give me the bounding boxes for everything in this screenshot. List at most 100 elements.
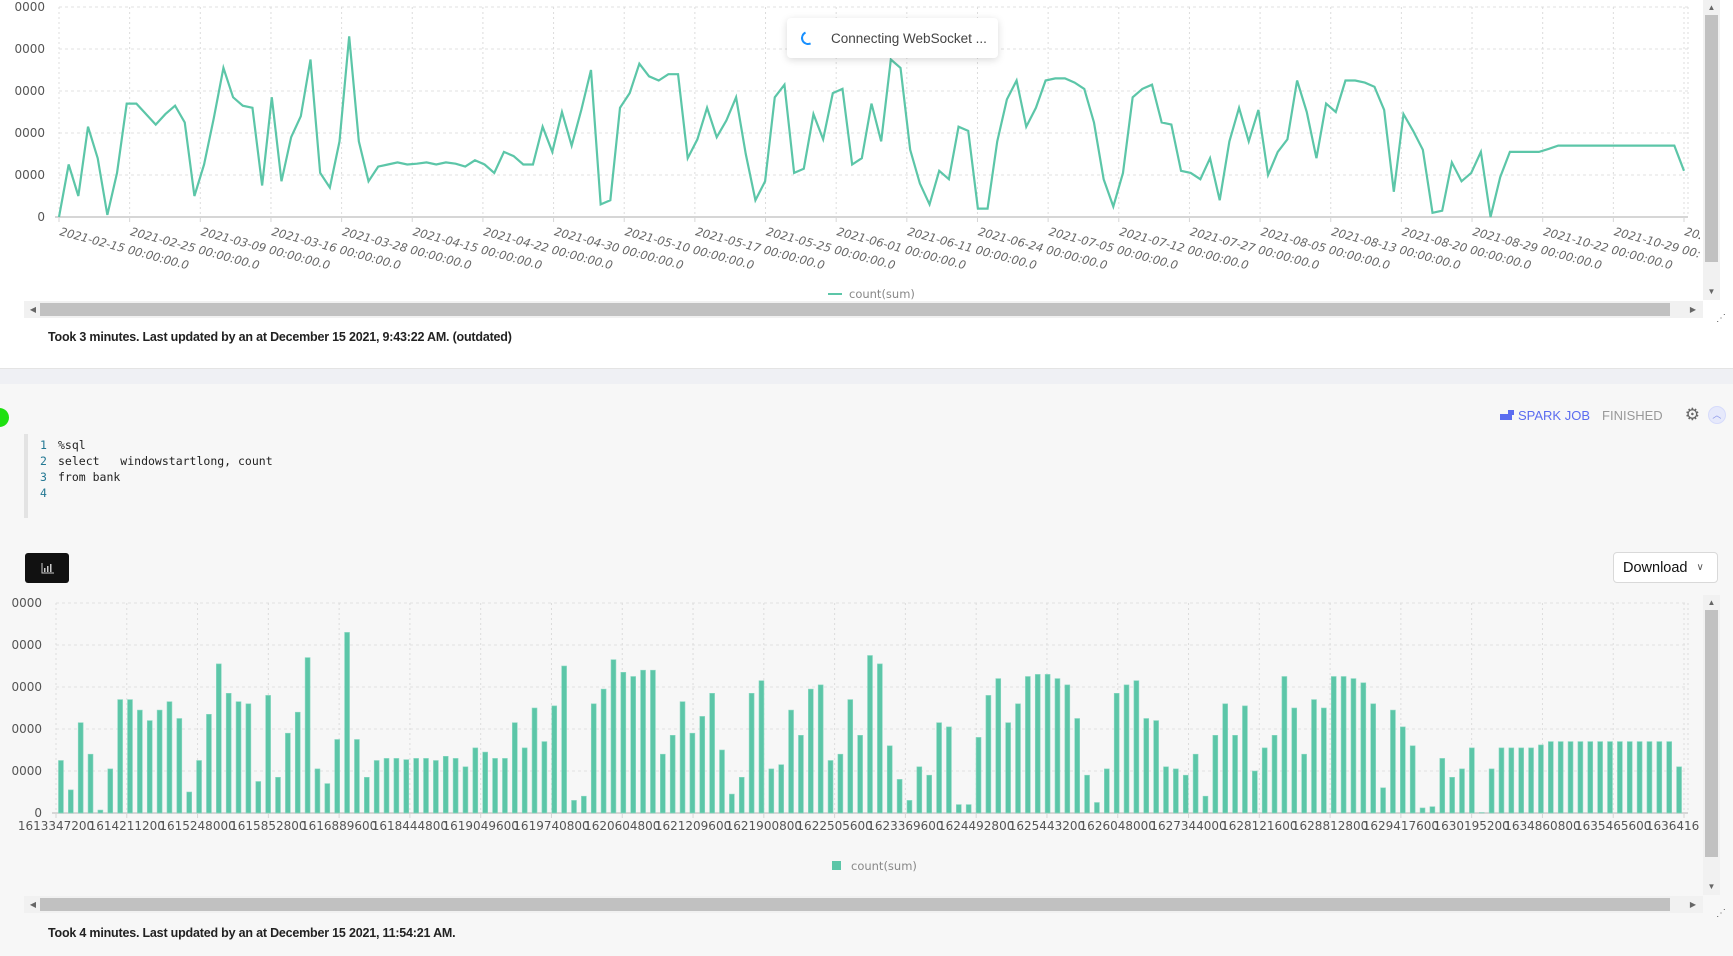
bar xyxy=(285,732,291,814)
bar-chart-vertical-scrollbar[interactable]: ▲ ▼ xyxy=(1703,595,1720,895)
bar xyxy=(561,665,567,814)
x-tick-label: 1635465600 xyxy=(1575,819,1651,833)
bar xyxy=(314,768,321,814)
bar xyxy=(1291,707,1298,814)
bar xyxy=(344,632,350,814)
y-tick-label: 0000 xyxy=(11,596,42,610)
x-tick-label: 1616889600 xyxy=(301,819,377,833)
gear-icon[interactable]: ⚙ xyxy=(1685,405,1700,425)
scroll-thumb[interactable] xyxy=(40,303,1670,316)
bar xyxy=(1429,806,1436,814)
x-tick-label: 1624492800 xyxy=(938,819,1014,833)
bar xyxy=(492,758,498,814)
bar xyxy=(1518,747,1524,814)
bar xyxy=(1380,787,1386,814)
bar xyxy=(1123,684,1130,814)
bar xyxy=(995,678,1002,814)
bar xyxy=(1173,768,1179,814)
bar-chart-horizontal-scrollbar[interactable]: ◀ ▶ xyxy=(24,896,1703,913)
bar xyxy=(1597,741,1603,814)
bar xyxy=(946,726,952,814)
bar xyxy=(1252,770,1258,814)
bar xyxy=(1034,674,1041,814)
bar xyxy=(541,741,548,814)
bar xyxy=(926,774,932,814)
bar xyxy=(679,701,686,814)
scroll-right-arrow[interactable]: ▶ xyxy=(1686,896,1700,913)
bar xyxy=(1350,678,1357,814)
bar xyxy=(383,758,390,814)
code-line[interactable]: 4 xyxy=(40,485,724,501)
resize-handle[interactable]: ⋰ xyxy=(1716,909,1726,921)
x-tick-label: 1619740800 xyxy=(513,819,589,833)
code-line[interactable]: 2 select windowstartlong, count xyxy=(40,453,724,469)
scroll-up-arrow[interactable]: ▲ xyxy=(1703,596,1720,610)
paragraph-state: FINISHED xyxy=(1602,407,1663,423)
line-chart-horizontal-scrollbar[interactable]: ◀ ▶ xyxy=(24,301,1703,318)
scroll-right-arrow[interactable]: ▶ xyxy=(1686,301,1700,318)
scroll-down-arrow[interactable]: ▼ xyxy=(1703,880,1720,894)
bar xyxy=(1626,741,1633,814)
scroll-down-arrow[interactable]: ▼ xyxy=(1703,285,1720,299)
scroll-left-arrow[interactable]: ◀ xyxy=(26,301,40,318)
bar xyxy=(512,722,518,814)
bar xyxy=(1528,747,1534,814)
bar xyxy=(748,693,755,814)
bar xyxy=(669,735,676,814)
spinner-icon xyxy=(799,29,817,47)
code-text: select windowstartlong, count xyxy=(58,454,273,468)
bar xyxy=(1676,766,1682,814)
collapse-icon[interactable]: ︿ xyxy=(1707,406,1726,424)
bar xyxy=(1409,745,1416,814)
bar xyxy=(137,709,143,814)
scroll-thumb[interactable] xyxy=(1705,610,1718,857)
bar xyxy=(827,760,834,814)
x-tick-label: 1618444800 xyxy=(372,819,448,833)
line-chart-vertical-scrollbar[interactable]: ▲ ▼ xyxy=(1703,0,1720,300)
bar xyxy=(68,789,74,814)
y-tick-label: 0000 xyxy=(14,168,45,182)
scroll-thumb[interactable] xyxy=(40,898,1670,911)
bar xyxy=(1311,699,1317,814)
bar xyxy=(590,703,597,814)
bar xyxy=(1488,768,1495,814)
bar xyxy=(413,758,419,814)
chevron-down-icon: ∨ xyxy=(1696,562,1704,573)
resize-handle[interactable]: ⋰ xyxy=(1716,314,1726,326)
bar xyxy=(1104,768,1110,814)
bar xyxy=(1232,735,1238,814)
scroll-up-arrow[interactable]: ▲ xyxy=(1703,1,1720,15)
bar xyxy=(1390,709,1396,814)
bar xyxy=(364,777,370,814)
bar xyxy=(1025,676,1031,814)
bar xyxy=(245,703,252,814)
download-dropdown[interactable]: Download ∨ xyxy=(1613,552,1718,583)
bar xyxy=(225,693,232,814)
spark-job-label: SPARK JOB xyxy=(1518,407,1591,423)
bar xyxy=(817,684,824,814)
bar xyxy=(719,749,725,814)
bar xyxy=(1153,720,1159,814)
line-number: 2 xyxy=(40,454,47,468)
scroll-left-arrow[interactable]: ◀ xyxy=(26,896,40,913)
x-tick-label: 202 xyxy=(1683,224,1700,243)
bar xyxy=(620,672,627,814)
scroll-thumb[interactable] xyxy=(1705,15,1718,262)
bar xyxy=(768,768,775,814)
bar xyxy=(1646,741,1653,814)
bar xyxy=(837,753,844,814)
code-editor[interactable]: 1 %sql 2 select windowstartlong, count 3 from… xyxy=(24,434,724,518)
bar xyxy=(1054,678,1061,814)
y-tick-label: 0000 xyxy=(11,764,42,778)
bar xyxy=(808,688,814,814)
spark-job-link[interactable]: SPARK JOB xyxy=(1500,408,1590,423)
bar-chart: 0000000000000000000001613347200161421120… xyxy=(11,596,1700,873)
code-line[interactable]: 1 %sql xyxy=(40,437,724,453)
bar xyxy=(571,800,577,814)
bar-chart-view-button[interactable] xyxy=(25,553,69,583)
bar xyxy=(600,688,607,814)
bar xyxy=(1321,707,1327,814)
code-line[interactable]: 3 from bank xyxy=(40,469,724,485)
bar xyxy=(975,737,982,814)
